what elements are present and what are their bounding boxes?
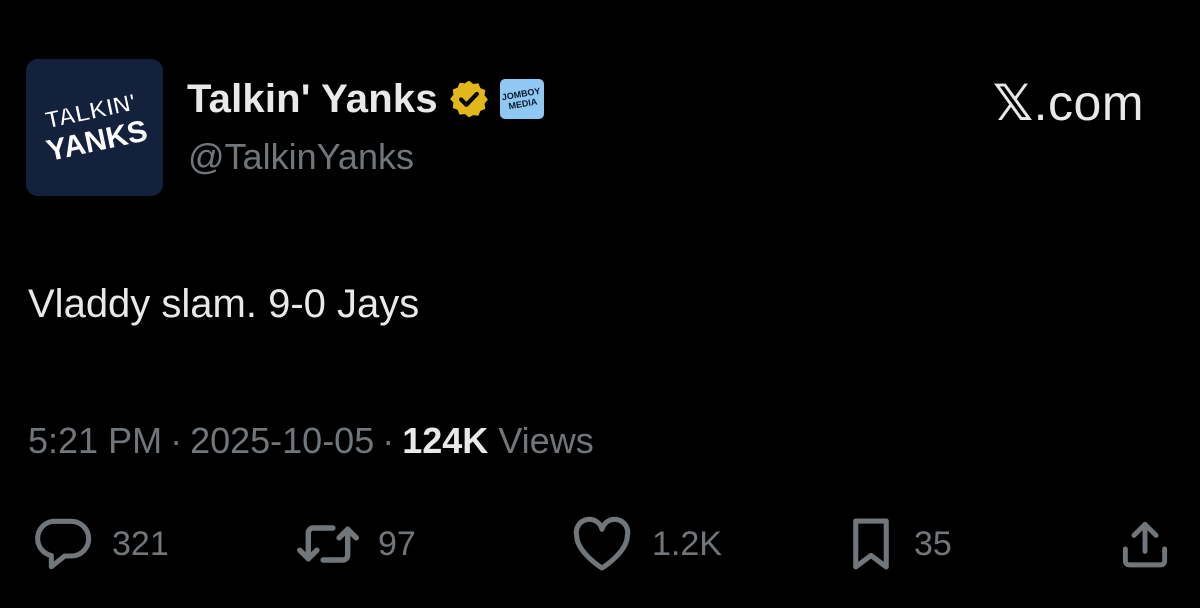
share-button[interactable] xyxy=(1118,512,1172,576)
avatar[interactable]: TALKIN' YANKS xyxy=(26,59,163,196)
meta-separator: · xyxy=(382,420,395,461)
talkin-yanks-logo: TALKIN' YANKS xyxy=(26,59,163,196)
views-count: 124K xyxy=(402,420,489,461)
tweet-date[interactable]: 2025-10-05 xyxy=(190,420,374,461)
heart-icon xyxy=(573,516,631,571)
repost-icon xyxy=(296,525,360,563)
affiliate-badge-text: JOMBOY MEDIA xyxy=(500,85,541,112)
tweet-meta: 5:21 PM · 2025-10-05 · 124K Views xyxy=(28,420,594,462)
display-name[interactable]: Talkin' Yanks xyxy=(187,77,438,122)
meta-separator: · xyxy=(170,420,183,461)
x-com-brand: 𝕏.com xyxy=(993,74,1144,132)
name-row: Talkin' Yanks JOMBOY MEDIA xyxy=(187,74,544,124)
brand-suffix: .com xyxy=(1033,75,1144,131)
reply-icon xyxy=(35,518,92,570)
bookmark-count: 35 xyxy=(914,524,952,563)
bookmark-icon xyxy=(853,518,889,570)
reply-count: 321 xyxy=(112,524,169,563)
tweet-text: Vladdy slam. 9-0 Jays xyxy=(28,282,420,326)
like-button[interactable]: 1.2K xyxy=(570,512,722,576)
repost-count: 97 xyxy=(378,524,416,563)
views-label: Views xyxy=(498,420,594,461)
action-bar: 321 97 1.2K 35 xyxy=(0,512,1200,576)
like-count: 1.2K xyxy=(652,524,722,563)
affiliate-badge[interactable]: JOMBOY MEDIA xyxy=(499,79,544,119)
tweet-time[interactable]: 5:21 PM xyxy=(28,420,162,461)
share-icon xyxy=(1122,521,1168,568)
reply-button[interactable]: 321 xyxy=(30,512,169,576)
verified-badge-icon[interactable] xyxy=(448,78,490,120)
handle[interactable]: @TalkinYanks xyxy=(188,136,414,178)
x-logo-icon: 𝕏 xyxy=(992,74,1034,132)
repost-button[interactable]: 97 xyxy=(296,512,416,576)
bookmark-button[interactable]: 35 xyxy=(846,512,952,576)
